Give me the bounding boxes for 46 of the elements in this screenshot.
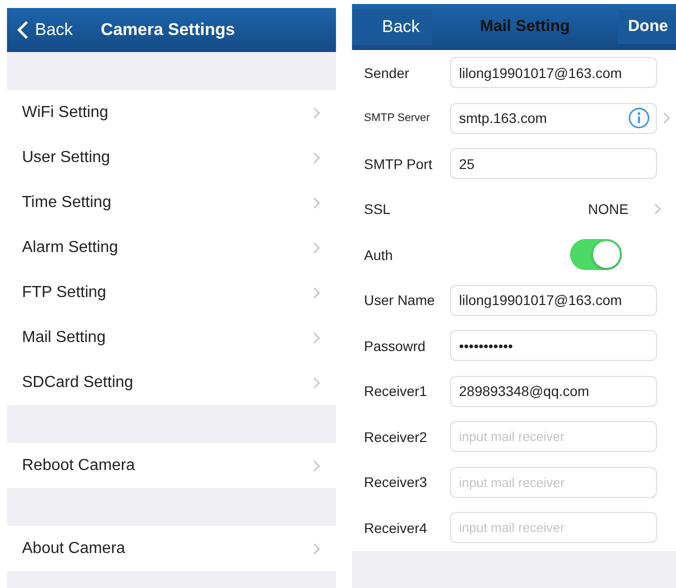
settings-item[interactable]: Alarm Setting [7, 225, 336, 270]
field-label: Receiver1 [364, 383, 428, 400]
settings-item[interactable]: Reboot Camera [7, 443, 336, 488]
field-label: Auth [364, 246, 394, 263]
field-label: User Name [364, 292, 436, 308]
screen-title: Camera Settings [100, 20, 235, 40]
back-button[interactable]: Back [7, 20, 73, 40]
chevron-right-icon [313, 286, 320, 298]
toggle-switch[interactable] [570, 239, 622, 270]
field-label: SMTP Port [364, 156, 434, 172]
screen-title: Mail Setting [480, 18, 570, 36]
input-field[interactable]: ••••••••••• [450, 330, 657, 362]
input-field[interactable]: lilong19901017@163.com [450, 57, 657, 88]
chevron-right-icon [313, 196, 320, 208]
settings-item[interactable]: About Camera [7, 526, 336, 571]
input-field[interactable]: 25 [450, 148, 657, 180]
chevron-right-icon [313, 152, 320, 164]
input-field[interactable]: 289893348@qq.com [450, 376, 657, 407]
chevron-right-icon [654, 203, 661, 216]
settings-item[interactable]: Mail Setting [7, 315, 336, 360]
back-button[interactable]: Back [352, 9, 432, 45]
field-label: Receiver4 [364, 520, 428, 536]
info-icon[interactable] [628, 107, 650, 130]
field-label: Sender [364, 64, 410, 81]
chevron-right-icon [663, 112, 670, 124]
chevron-right-icon [313, 460, 320, 472]
settings-item[interactable]: User Setting [7, 135, 336, 180]
settings-item[interactable]: WiFi Setting [7, 90, 336, 135]
settings-item[interactable]: Time Setting [7, 180, 336, 225]
chevron-right-icon [313, 242, 320, 254]
select-value[interactable]: NONE [588, 201, 644, 218]
field-label: SMTP Server [364, 112, 431, 124]
field-label: SSL [364, 201, 392, 218]
chevron-right-icon [313, 376, 320, 388]
settings-item[interactable]: SDCard Setting [7, 360, 336, 405]
field-label: Receiver3 [364, 474, 428, 490]
field-label: Receiver2 [364, 428, 428, 445]
field-label: Passowrd [364, 338, 426, 354]
chevron-right-icon [313, 106, 320, 118]
done-button[interactable]: Done [618, 10, 676, 44]
input-field[interactable]: smtp.163.com [450, 102, 657, 134]
settings-item[interactable]: FTP Setting [7, 270, 336, 315]
chevron-left-icon [17, 20, 29, 40]
input-field[interactable]: lilong19901017@163.com [450, 284, 657, 316]
chevron-right-icon [313, 542, 320, 554]
chevron-right-icon [313, 332, 320, 344]
